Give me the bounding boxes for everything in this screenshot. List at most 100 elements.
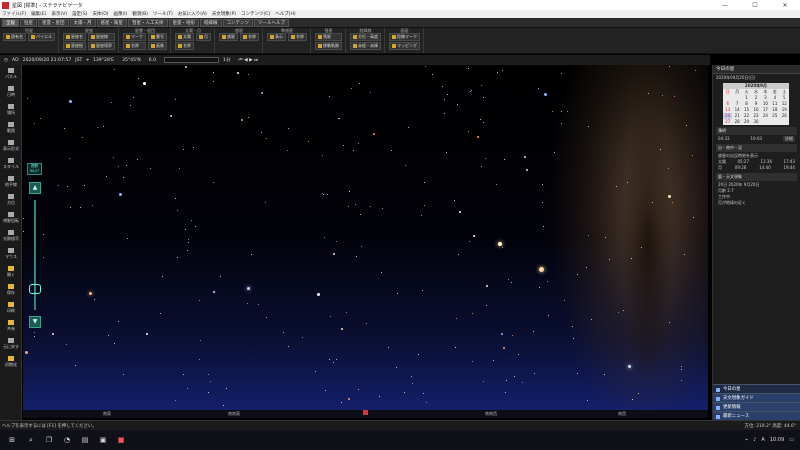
sun-button[interactable]: 太陽 xyxy=(174,33,194,41)
star[interactable] xyxy=(333,361,335,363)
star[interactable] xyxy=(360,246,362,248)
star[interactable] xyxy=(502,247,504,249)
star[interactable] xyxy=(75,364,77,366)
clock[interactable]: 10:09 xyxy=(770,437,784,443)
star[interactable] xyxy=(188,242,190,244)
playback-controls[interactable]: ⏮ ◀ ▶ ⏭ xyxy=(239,57,259,63)
star[interactable] xyxy=(446,151,448,153)
constellation-boundary-button[interactable]: 星座境界 xyxy=(87,42,115,50)
star[interactable] xyxy=(325,389,327,391)
star[interactable] xyxy=(64,128,66,130)
star[interactable] xyxy=(616,185,617,187)
star[interactable] xyxy=(388,347,390,349)
star[interactable] xyxy=(247,74,249,76)
star[interactable] xyxy=(576,373,578,375)
star[interactable] xyxy=(174,197,176,199)
star[interactable] xyxy=(348,205,350,207)
bright-star[interactable] xyxy=(89,292,92,295)
star[interactable] xyxy=(212,71,214,73)
star[interactable] xyxy=(81,136,83,138)
star[interactable] xyxy=(426,402,428,404)
star[interactable] xyxy=(587,125,589,127)
star[interactable] xyxy=(370,91,372,93)
star[interactable] xyxy=(481,85,483,87)
star[interactable] xyxy=(287,127,289,129)
star[interactable] xyxy=(431,74,433,76)
star[interactable] xyxy=(358,82,360,84)
ime-indicator[interactable]: A xyxy=(761,437,764,443)
star[interactable] xyxy=(357,143,359,145)
task-view-icon[interactable]: ❐ xyxy=(42,433,56,447)
star[interactable] xyxy=(340,328,343,331)
star[interactable] xyxy=(247,117,249,119)
save-button[interactable]: 保存 xyxy=(0,281,22,299)
menu-phenomena[interactable]: 天文現象(P) xyxy=(212,11,236,17)
star[interactable] xyxy=(102,125,104,127)
star[interactable] xyxy=(391,149,393,151)
star[interactable] xyxy=(176,209,178,211)
star[interactable] xyxy=(441,86,443,88)
star[interactable] xyxy=(369,205,371,207)
star[interactable] xyxy=(83,184,85,186)
star[interactable] xyxy=(356,255,358,257)
star[interactable] xyxy=(496,72,498,74)
star[interactable] xyxy=(486,284,489,287)
star[interactable] xyxy=(108,334,110,336)
star[interactable] xyxy=(302,336,304,338)
longitude-value[interactable]: 139°28'E xyxy=(93,58,114,63)
star[interactable] xyxy=(424,182,426,184)
star[interactable] xyxy=(324,237,326,239)
star[interactable] xyxy=(539,286,541,288)
star[interactable] xyxy=(496,184,498,185)
star[interactable] xyxy=(329,95,331,97)
star[interactable] xyxy=(66,185,68,187)
planet-name-button[interactable]: 名称 xyxy=(239,33,259,41)
explorer-icon[interactable]: ▤ xyxy=(78,433,92,447)
star[interactable] xyxy=(502,69,504,71)
star[interactable] xyxy=(667,194,671,198)
star[interactable] xyxy=(317,292,321,296)
star[interactable] xyxy=(410,375,412,377)
star[interactable] xyxy=(479,118,481,120)
horizon-button[interactable]: 地平線 xyxy=(0,173,22,191)
star[interactable] xyxy=(483,122,485,124)
star[interactable] xyxy=(123,176,125,178)
star[interactable] xyxy=(444,98,446,100)
star[interactable] xyxy=(631,398,633,400)
zoom-out-button[interactable]: ▼ xyxy=(29,316,41,328)
star[interactable] xyxy=(349,190,351,192)
constellation-art-button[interactable]: 星座絵 xyxy=(62,42,86,50)
star[interactable] xyxy=(213,80,215,82)
tab-grid[interactable]: 経緯線 xyxy=(200,18,222,27)
sky-view[interactable] xyxy=(23,65,708,410)
star[interactable] xyxy=(33,123,35,125)
star[interactable] xyxy=(537,87,539,89)
star[interactable] xyxy=(57,184,59,186)
star[interactable] xyxy=(80,207,82,209)
star[interactable] xyxy=(113,342,115,344)
direction-button[interactable]: 方位 xyxy=(0,191,22,209)
star[interactable] xyxy=(23,230,25,232)
star[interactable] xyxy=(486,305,488,307)
star[interactable] xyxy=(119,193,123,197)
menu-object[interactable]: 天体(O) xyxy=(92,11,108,17)
star[interactable] xyxy=(483,380,485,382)
star[interactable] xyxy=(378,395,380,397)
star[interactable] xyxy=(174,99,176,101)
star[interactable] xyxy=(178,167,180,169)
datetime-value[interactable]: 2020/09/20 21:07:57 xyxy=(23,58,72,63)
moon-button[interactable]: 月 xyxy=(195,33,211,41)
star[interactable] xyxy=(130,105,132,107)
zoom-slider-handle[interactable] xyxy=(29,284,41,294)
datetime-button[interactable]: 日時 xyxy=(0,83,22,101)
star[interactable] xyxy=(193,147,195,149)
star[interactable] xyxy=(572,337,574,339)
star[interactable] xyxy=(382,208,384,210)
star[interactable] xyxy=(474,234,476,236)
search-input[interactable] xyxy=(164,57,220,63)
star[interactable] xyxy=(174,399,176,401)
undo-button[interactable]: 元に戻す xyxy=(0,335,22,353)
star[interactable] xyxy=(122,374,124,376)
star[interactable] xyxy=(26,97,28,99)
star[interactable] xyxy=(177,257,179,259)
